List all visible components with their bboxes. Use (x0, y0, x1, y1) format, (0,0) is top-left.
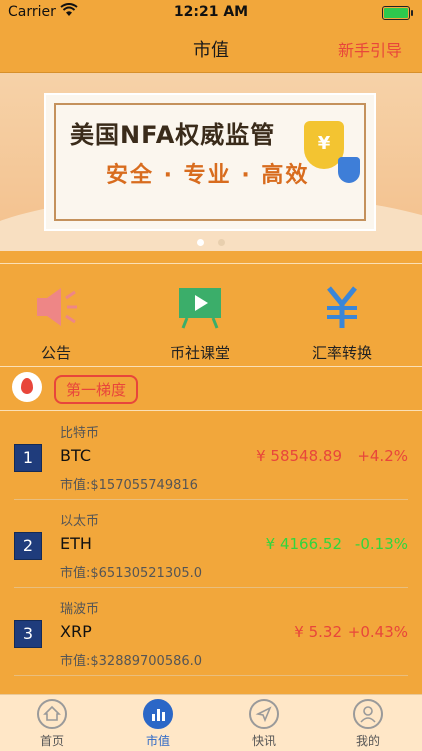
coin-chinese-name: 以太币 (60, 514, 100, 529)
coin-row[interactable]: 1 比特币 BTC 市值:$157055749816 ¥ 58548.89 +4… (0, 412, 422, 500)
speaker-icon (33, 284, 79, 330)
tab-home[interactable]: 首页 (12, 699, 92, 749)
divider (0, 366, 422, 367)
coin-chinese-name: 瑞波币 (60, 602, 100, 617)
carousel-dot-active[interactable] (197, 239, 205, 246)
coin-symbol: XRP (60, 622, 92, 641)
nav-bar: 市值 新手引导 (0, 24, 422, 73)
status-bar: Carrier 12:21 AM (0, 0, 422, 24)
battery-icon (382, 6, 413, 20)
tab-news[interactable]: 快讯 (224, 699, 304, 749)
small-shield-icon (338, 157, 360, 183)
quick-access-grid: 公告 币社课堂 汇率转换 (0, 264, 422, 364)
send-icon (249, 699, 279, 729)
tab-market-cap[interactable]: 市值 (118, 699, 198, 749)
banner-subline: 安全 · 专业 · 高效 (106, 163, 310, 188)
coin-price: ¥ 58548.89 (256, 447, 342, 465)
tab-bar: 首页 市值 快讯 我的 (0, 694, 422, 751)
coin-price: ¥ 4166.52 (265, 535, 342, 553)
video-board-icon (177, 284, 223, 330)
market-cap: 市值:$157055749816 (60, 478, 198, 493)
carousel-dot[interactable] (217, 239, 225, 246)
coin-row[interactable]: 2 以太币 ETH 市值:$65130521305.0 ¥ 4166.52 -0… (0, 500, 422, 588)
classroom-button[interactable]: 币社课堂 (130, 284, 270, 363)
price-change: +4.2% (357, 447, 408, 465)
bar-chart-icon (143, 699, 173, 729)
rank-badge: 3 (14, 620, 42, 648)
market-cap: 市值:$32889700586.0 (60, 654, 203, 669)
banner-slide[interactable]: 美国NFA权威监管 安全 · 专业 · 高效 ¥ (46, 95, 374, 229)
coin-chinese-name: 比特币 (60, 426, 100, 441)
coin-symbol: BTC (60, 446, 91, 465)
user-icon (353, 699, 383, 729)
yen-exchange-icon (319, 284, 365, 330)
classroom-label: 币社课堂 (169, 344, 230, 362)
fire-icon (12, 372, 42, 402)
price-change: +0.43% (347, 623, 408, 641)
section-header: 第一梯度 (0, 372, 422, 410)
home-icon (37, 699, 67, 729)
banner-headline: 美国NFA权威监管 (70, 121, 276, 149)
rank-badge: 2 (14, 532, 42, 560)
tab-mine[interactable]: 我的 (328, 699, 408, 749)
announcement-button[interactable]: 公告 (0, 284, 126, 363)
market-cap: 市值:$65130521305.0 (60, 566, 203, 581)
tier-badge[interactable]: 第一梯度 (54, 375, 139, 404)
tab-home-label: 首页 (39, 734, 64, 748)
coin-list: 1 比特币 BTC 市值:$157055749816 ¥ 58548.89 +4… (0, 412, 422, 676)
coin-row[interactable]: 3 瑞波币 XRP 市值:$32889700586.0 ¥ 5.32 +0.43… (0, 588, 422, 676)
divider (0, 410, 422, 411)
carousel-dots[interactable] (0, 231, 422, 250)
tab-news-label: 快讯 (251, 734, 276, 748)
tab-mine-label: 我的 (355, 734, 380, 748)
clock: 12:21 AM (173, 4, 249, 20)
exchange-rate-button[interactable]: 汇率转换 (272, 284, 412, 363)
tab-market-cap-label: 市值 (145, 734, 170, 748)
price-change: -0.13% (354, 535, 408, 553)
announcement-label: 公告 (40, 344, 71, 362)
rank-badge: 1 (14, 444, 42, 472)
banner-carousel[interactable]: 美国NFA权威监管 安全 · 专业 · 高效 ¥ (0, 73, 422, 251)
beginner-guide-link[interactable]: 新手引导 (338, 37, 402, 61)
coin-price: ¥ 5.32 (294, 623, 342, 641)
coin-symbol: ETH (60, 534, 92, 553)
exchange-rate-label: 汇率转换 (311, 344, 372, 362)
